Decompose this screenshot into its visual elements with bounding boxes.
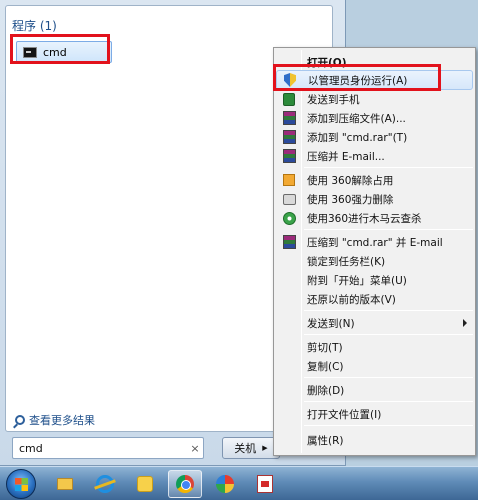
menu-item-label: 打开文件位置(I) bbox=[307, 408, 382, 421]
menu-item-360-cloud-scan[interactable]: 使用360进行木马云查杀 bbox=[276, 208, 473, 228]
chrome-icon bbox=[176, 475, 194, 493]
menu-item-copy[interactable]: 复制(C) bbox=[276, 356, 473, 376]
menu-item-delete[interactable]: 删除(D) bbox=[276, 380, 473, 400]
folder-icon bbox=[57, 478, 73, 490]
phone-icon bbox=[283, 92, 295, 106]
see-more-results-label: 查看更多结果 bbox=[29, 414, 95, 427]
qq-icon bbox=[137, 476, 153, 492]
search-icon bbox=[15, 415, 25, 425]
pdf-icon bbox=[257, 475, 273, 493]
paint-icon bbox=[216, 475, 234, 493]
taskbar-item-chrome[interactable] bbox=[168, 470, 202, 498]
windows-logo-icon bbox=[15, 478, 28, 491]
menu-item-send-to[interactable]: 发送到(N) bbox=[276, 313, 473, 333]
menu-item-pin-to-start-menu[interactable]: 附到「开始」菜单(U) bbox=[276, 270, 473, 290]
shutdown-options-arrow-icon[interactable]: ▶ bbox=[262, 444, 267, 452]
search-input[interactable]: cmd × bbox=[12, 437, 204, 459]
taskbar-item-paint[interactable] bbox=[208, 470, 242, 498]
command-prompt-icon bbox=[23, 46, 37, 58]
menu-item-label: 删除(D) bbox=[307, 384, 345, 397]
menu-item-restore-previous-versions[interactable]: 还原以前的版本(V) bbox=[276, 289, 473, 309]
menu-item-open-file-location[interactable]: 打开文件位置(I) bbox=[276, 404, 473, 424]
menu-item-label: 附到「开始」菜单(U) bbox=[307, 274, 407, 287]
menu-item-label: 属性(R) bbox=[307, 434, 344, 447]
context-menu: 打开(O) 以管理员身份运行(A) 发送到手机 添加到压缩文件(A)... 添加… bbox=[273, 47, 476, 456]
menu-separator bbox=[304, 401, 473, 402]
winrar-icon bbox=[282, 235, 296, 249]
menu-item-add-to-cmd-rar[interactable]: 添加到 "cmd.rar"(T) bbox=[276, 127, 473, 147]
360-shred-icon bbox=[282, 193, 296, 205]
menu-separator bbox=[304, 334, 473, 335]
menu-item-properties[interactable]: 属性(R) bbox=[276, 430, 473, 450]
menu-item-label: 添加到 "cmd.rar"(T) bbox=[307, 131, 408, 144]
menu-separator bbox=[304, 229, 473, 230]
menu-item-label: 使用 360强力删除 bbox=[307, 193, 394, 206]
menu-item-label: 打开(O) bbox=[307, 56, 347, 69]
ie-icon bbox=[96, 475, 114, 493]
menu-item-label: 添加到压缩文件(A)... bbox=[307, 112, 406, 125]
taskbar-item-pdf-reader[interactable] bbox=[248, 470, 282, 498]
winrar-icon bbox=[282, 111, 296, 125]
menu-item-open[interactable]: 打开(O) bbox=[276, 52, 473, 72]
shutdown-label: 关机 bbox=[234, 442, 257, 455]
menu-item-label: 压缩到 "cmd.rar" 并 E-mail bbox=[307, 236, 443, 249]
result-item-label: cmd bbox=[43, 45, 67, 59]
menu-separator bbox=[304, 167, 473, 168]
menu-item-label: 压缩并 E-mail... bbox=[307, 150, 385, 163]
taskbar-item-explorer[interactable] bbox=[48, 470, 82, 498]
uac-shield-icon bbox=[284, 73, 296, 87]
start-button[interactable] bbox=[6, 469, 36, 499]
taskbar bbox=[0, 466, 478, 500]
360-scan-icon bbox=[282, 211, 296, 225]
menu-item-run-as-administrator[interactable]: 以管理员身份运行(A) bbox=[276, 70, 473, 90]
menu-item-add-to-archive[interactable]: 添加到压缩文件(A)... bbox=[276, 108, 473, 128]
menu-item-label: 锁定到任务栏(K) bbox=[307, 255, 386, 268]
clear-search-icon[interactable]: × bbox=[187, 442, 203, 455]
menu-item-360-shred[interactable]: 使用 360强力删除 bbox=[276, 189, 473, 209]
menu-separator bbox=[304, 310, 473, 311]
see-more-results-link[interactable]: 查看更多结果 bbox=[15, 412, 95, 428]
menu-separator bbox=[304, 377, 473, 378]
taskbar-item-qq[interactable] bbox=[128, 470, 162, 498]
search-input-value: cmd bbox=[19, 441, 43, 455]
menu-item-label: 还原以前的版本(V) bbox=[307, 293, 396, 306]
360-unlock-icon bbox=[283, 174, 295, 186]
taskbar-item-internet-explorer[interactable] bbox=[88, 470, 122, 498]
menu-item-compress-to-cmd-rar-email[interactable]: 压缩到 "cmd.rar" 并 E-mail bbox=[276, 232, 473, 252]
winrar-icon bbox=[282, 130, 296, 144]
menu-item-label: 以管理员身份运行(A) bbox=[308, 74, 408, 87]
menu-item-label: 使用 360解除占用 bbox=[307, 174, 394, 187]
menu-item-pin-to-taskbar[interactable]: 锁定到任务栏(K) bbox=[276, 251, 473, 271]
programs-group-header: 程序 (1) bbox=[12, 19, 57, 33]
menu-item-360-unlock[interactable]: 使用 360解除占用 bbox=[276, 170, 473, 190]
menu-item-label: 使用360进行木马云查杀 bbox=[307, 212, 422, 225]
submenu-arrow-icon bbox=[463, 319, 467, 327]
menu-item-label: 发送到(N) bbox=[307, 317, 355, 330]
result-item-cmd[interactable]: cmd bbox=[16, 41, 112, 63]
menu-separator bbox=[304, 425, 473, 426]
shutdown-button[interactable]: 关机 ▶ bbox=[222, 437, 280, 459]
menu-item-label: 剪切(T) bbox=[307, 341, 343, 354]
menu-item-label: 复制(C) bbox=[307, 360, 344, 373]
menu-item-compress-and-email[interactable]: 压缩并 E-mail... bbox=[276, 146, 473, 166]
menu-item-send-to-phone[interactable]: 发送到手机 bbox=[276, 89, 473, 109]
menu-item-label: 发送到手机 bbox=[307, 93, 360, 106]
winrar-icon bbox=[282, 149, 296, 163]
menu-item-cut[interactable]: 剪切(T) bbox=[276, 337, 473, 357]
